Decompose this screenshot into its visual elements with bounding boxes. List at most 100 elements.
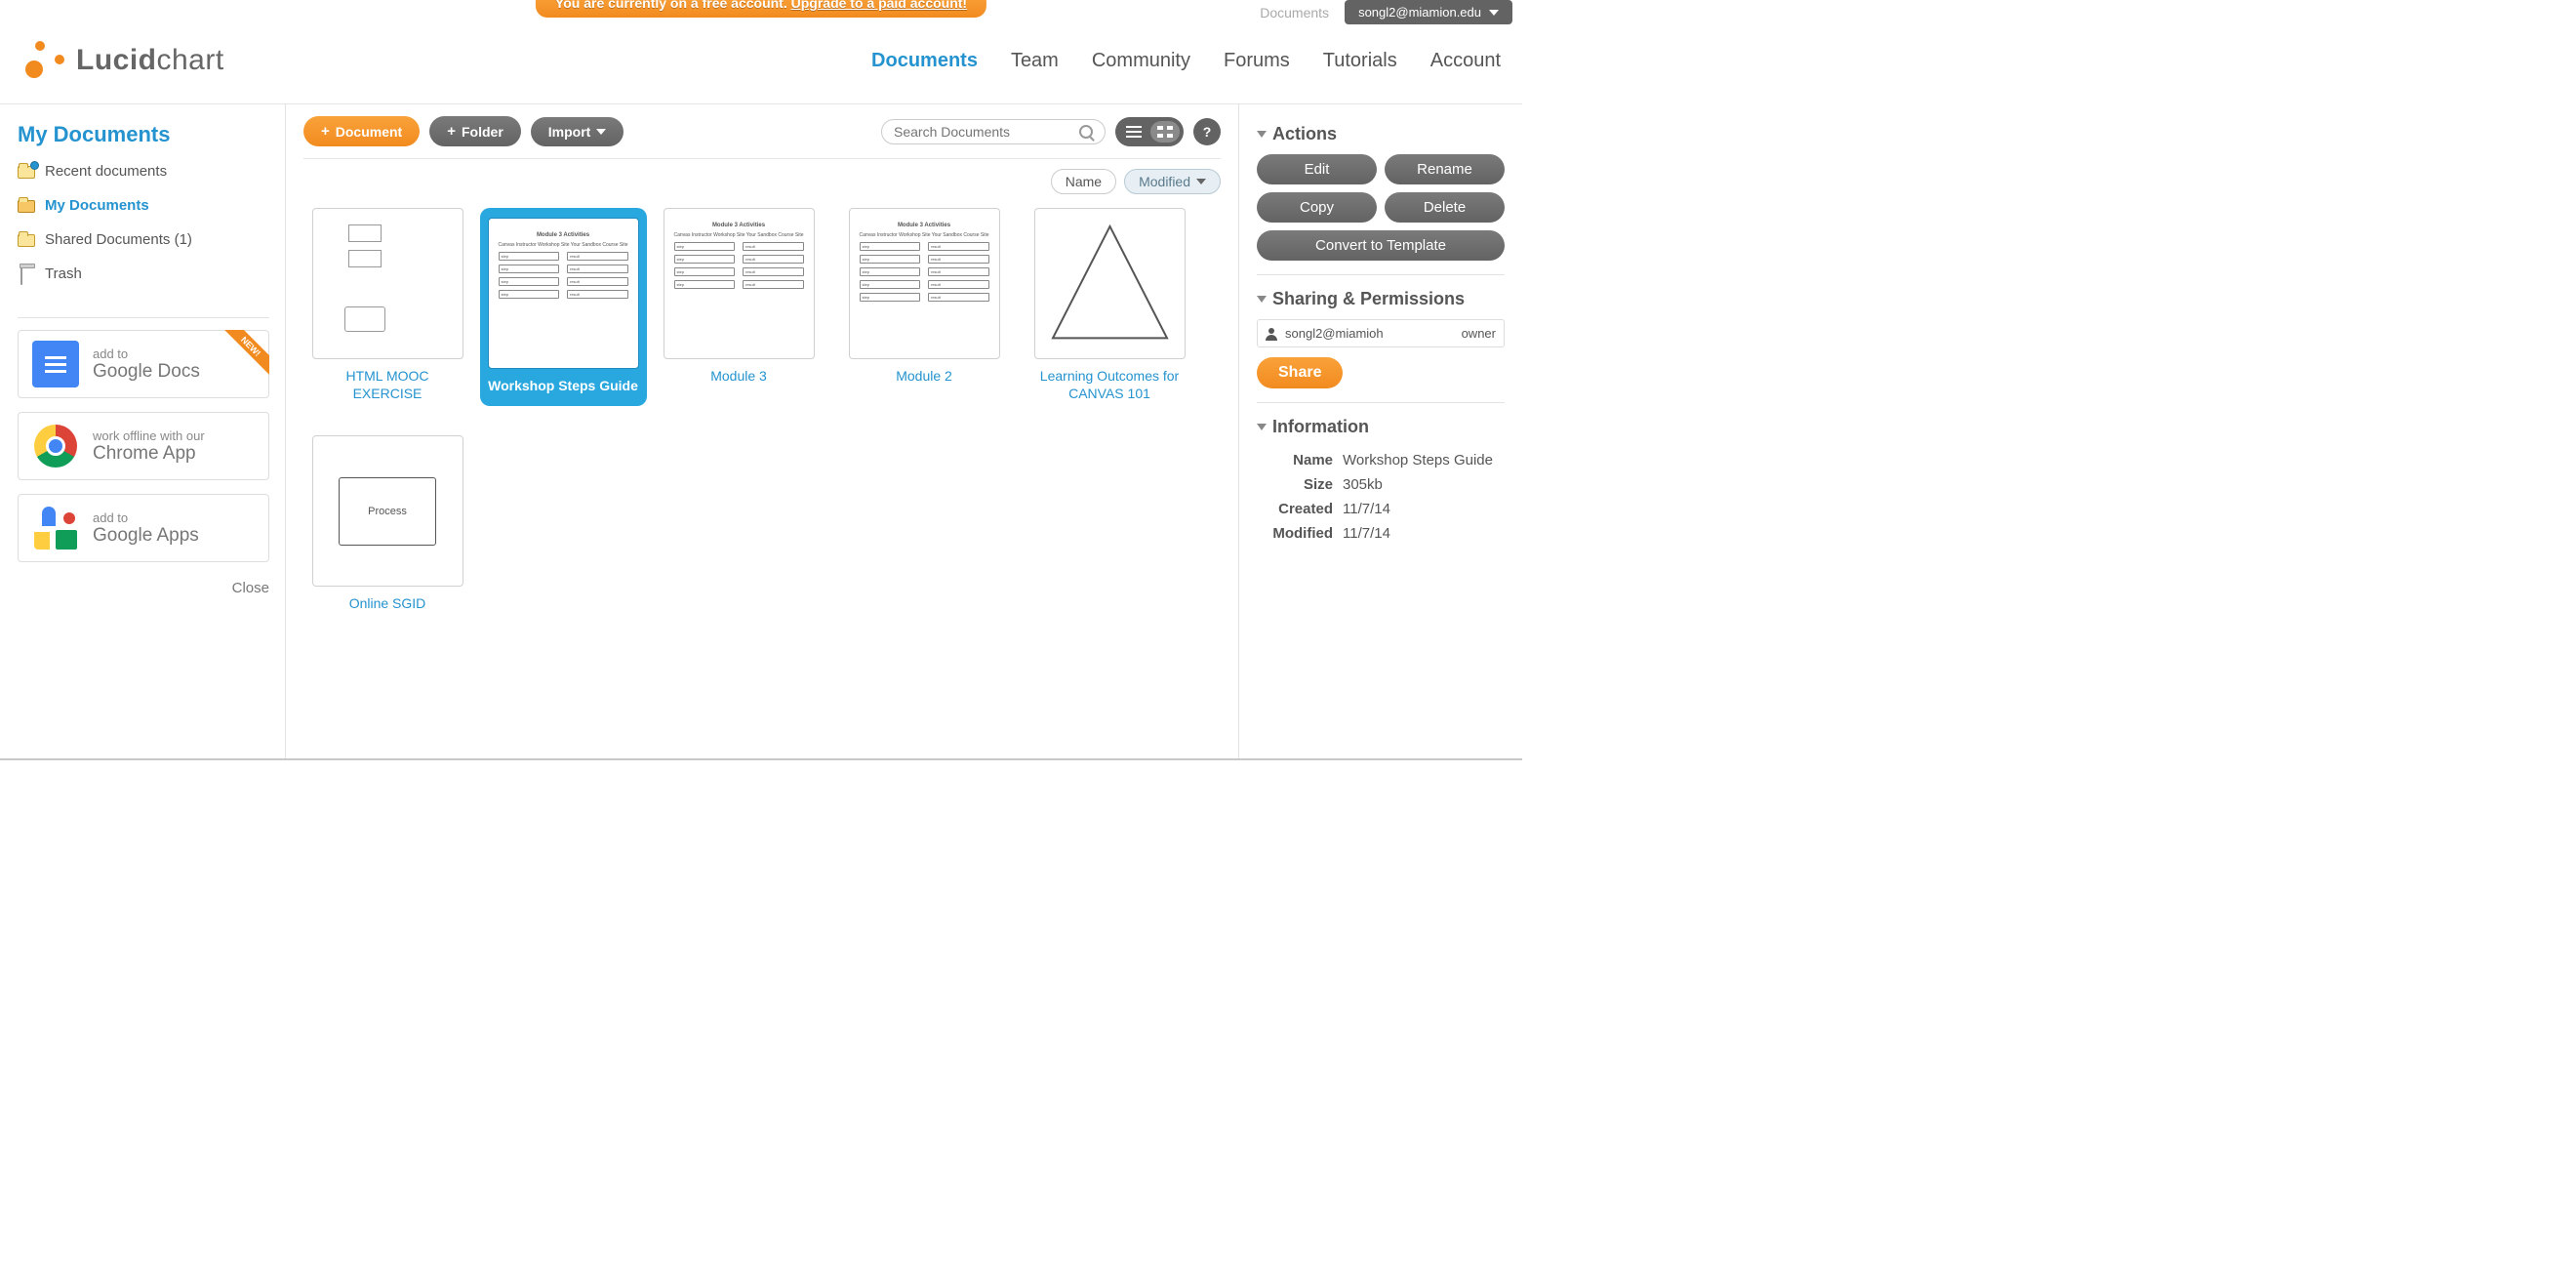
promo-google-apps[interactable]: add to Google Apps (18, 494, 269, 562)
logo[interactable]: Lucidchart (21, 39, 224, 82)
upgrade-link[interactable]: Upgrade to a paid account! (791, 0, 967, 11)
promo-big: Google Docs (93, 361, 200, 383)
search-box[interactable] (881, 119, 1106, 144)
sidebar-item-label: My Documents (45, 197, 149, 214)
sidebar-title: My Documents (18, 122, 269, 147)
info-key: Size (1259, 473, 1337, 496)
document-list-panel: + Document + Folder Import (286, 104, 1238, 758)
chevron-down-icon (596, 129, 606, 135)
share-button[interactable]: Share (1257, 357, 1343, 388)
document-label: Workshop Steps Guide (488, 377, 639, 394)
info-key: Created (1259, 498, 1337, 520)
nav-account[interactable]: Account (1430, 50, 1501, 72)
banner-text: You are currently on a free account. (555, 0, 791, 11)
import-button[interactable]: Import (531, 117, 624, 146)
divider (1257, 274, 1505, 275)
grid-view-button[interactable] (1150, 121, 1180, 143)
pill-label: Modified (1139, 174, 1190, 189)
plus-icon: + (321, 123, 330, 140)
promo-big: Google Apps (93, 525, 199, 547)
rename-button[interactable]: Rename (1385, 154, 1505, 184)
nav-documents[interactable]: Documents (871, 50, 978, 72)
upgrade-banner[interactable]: You are currently on a free account. Upg… (536, 0, 986, 18)
triangle-icon (1045, 219, 1175, 348)
actions-section-header[interactable]: Actions (1257, 124, 1505, 144)
promo-big: Chrome App (93, 443, 205, 465)
google-apps-icon (32, 505, 79, 551)
top-documents-link[interactable]: Documents (1260, 5, 1329, 20)
sort-modified-button[interactable]: Modified (1124, 169, 1221, 194)
sidebar: My Documents Recent documents My Documen… (0, 104, 285, 758)
nav-community[interactable]: Community (1092, 50, 1190, 72)
document-card-selected[interactable]: Module 3 Activities Canvas Instructor Wo… (487, 198, 639, 416)
info-key: Modified (1259, 522, 1337, 545)
edit-button[interactable]: Edit (1257, 154, 1377, 184)
details-panel: Actions Edit Rename Copy Delete Convert … (1239, 104, 1522, 758)
list-view-button[interactable] (1119, 121, 1148, 143)
sidebar-item-my-documents[interactable]: My Documents (18, 197, 269, 214)
new-badge: NEW! (222, 330, 269, 377)
document-thumbnail: Module 3 Activities Canvas Instructor Wo… (664, 208, 815, 359)
sidebar-item-label: Trash (45, 265, 82, 282)
sidebar-item-trash[interactable]: Trash (18, 265, 269, 282)
sort-name-button[interactable]: Name (1051, 169, 1116, 194)
info-row: Modified11/7/14 (1259, 522, 1503, 545)
sort-controls: Name Modified (303, 169, 1221, 194)
delete-button[interactable]: Delete (1385, 192, 1505, 223)
document-card[interactable]: Module 3 Activities Canvas Instructor Wo… (663, 208, 815, 406)
nav-forums[interactable]: Forums (1224, 50, 1290, 72)
document-card[interactable]: Process Online SGID (311, 435, 463, 612)
document-label: Learning Outcomes for CANVAS 101 (1033, 367, 1186, 402)
close-promos-link[interactable]: Close (18, 580, 269, 596)
permission-role: owner (1462, 326, 1496, 341)
permission-row[interactable]: songl2@miamioh owner (1257, 319, 1505, 347)
button-label: Document (336, 124, 402, 140)
documents-toolbar: + Document + Folder Import (303, 116, 1221, 159)
new-document-button[interactable]: + Document (303, 116, 420, 146)
info-value: 11/7/14 (1339, 498, 1503, 520)
search-icon (1079, 125, 1093, 139)
document-thumbnail: Module 3 Activities Canvas Instructor Wo… (488, 218, 639, 369)
new-folder-button[interactable]: + Folder (429, 116, 521, 146)
help-button[interactable]: ? (1193, 118, 1221, 145)
document-label: HTML MOOC EXERCISE (311, 367, 463, 402)
copy-button[interactable]: Copy (1257, 192, 1377, 223)
info-row: Size305kb (1259, 473, 1503, 496)
plus-icon: + (447, 123, 456, 140)
logo-icon (21, 39, 64, 82)
permission-user: songl2@miamioh (1285, 326, 1384, 341)
divider (18, 317, 269, 318)
sharing-section-header[interactable]: Sharing & Permissions (1257, 289, 1505, 309)
promo-small: work offline with our (93, 428, 205, 443)
person-icon (1266, 328, 1277, 340)
nav-team[interactable]: Team (1011, 50, 1059, 72)
main-nav: Documents Team Community Forums Tutorial… (871, 50, 1501, 72)
chevron-down-icon (1257, 131, 1267, 138)
document-card[interactable]: Learning Outcomes for CANVAS 101 (1033, 208, 1186, 406)
button-label: Import (548, 124, 591, 140)
document-card[interactable]: Module 3 Activities Canvas Instructor Wo… (848, 208, 1000, 406)
document-label: Module 3 (710, 367, 767, 385)
nav-tutorials[interactable]: Tutorials (1323, 50, 1397, 72)
info-key: Name (1259, 449, 1337, 471)
document-card[interactable]: HTML MOOC EXERCISE (311, 208, 463, 406)
convert-button[interactable]: Convert to Template (1257, 230, 1505, 261)
grid-icon (1157, 126, 1173, 138)
user-menu[interactable]: songl2@miamion.edu (1345, 0, 1512, 24)
promo-chrome-app[interactable]: work offline with our Chrome App (18, 412, 269, 480)
divider (0, 758, 1522, 762)
sidebar-item-recent[interactable]: Recent documents (18, 163, 269, 180)
chevron-down-icon (1257, 424, 1267, 430)
info-table: NameWorkshop Steps Guide Size305kb Creat… (1257, 447, 1505, 547)
search-input[interactable] (894, 124, 1079, 140)
list-icon (1126, 131, 1142, 133)
sidebar-item-shared[interactable]: Shared Documents (1) (18, 231, 269, 248)
sidebar-item-label: Recent documents (45, 163, 167, 180)
information-section-header[interactable]: Information (1257, 417, 1505, 437)
document-grid: HTML MOOC EXERCISE Module 3 Activities C… (303, 208, 1221, 612)
info-row: Created11/7/14 (1259, 498, 1503, 520)
promo-google-docs[interactable]: add to Google Docs NEW! (18, 330, 269, 398)
document-thumbnail: Module 3 Activities Canvas Instructor Wo… (849, 208, 1000, 359)
info-value: Workshop Steps Guide (1339, 449, 1503, 471)
document-thumbnail (312, 208, 463, 359)
